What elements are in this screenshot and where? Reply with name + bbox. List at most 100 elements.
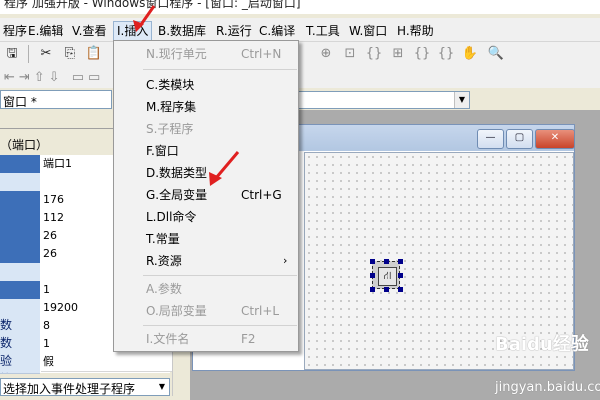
chevron-right-icon: › <box>283 254 288 267</box>
menu-item-global-variable[interactable]: G.全局变量 Ctrl+G <box>115 184 297 206</box>
resize-handle[interactable] <box>398 287 403 292</box>
property-key[interactable] <box>0 191 40 210</box>
menu-item-class-module[interactable]: C.类模块 <box>115 74 297 96</box>
menu-item-shortcut: Ctrl+L <box>241 304 280 318</box>
toolbar-icon-1[interactable]: ⊕ <box>316 44 336 64</box>
toolbar-icon-5[interactable]: {} <box>412 44 432 64</box>
menu-database[interactable]: B.数据库 <box>155 22 209 40</box>
resize-handle[interactable] <box>398 273 403 278</box>
menu-edit[interactable]: E.编辑 <box>25 22 66 40</box>
property-key[interactable] <box>0 281 40 300</box>
resize-handle[interactable] <box>384 259 389 264</box>
resize-handle[interactable] <box>398 259 403 264</box>
menu-item-resource[interactable]: R.资源 › <box>115 250 297 272</box>
component-select-combo[interactable]: ▼ <box>296 91 470 109</box>
maximize-button[interactable]: ▢ <box>506 129 533 149</box>
menu-separator <box>143 69 297 70</box>
property-key[interactable]: 符 <box>0 371 40 374</box>
property-key[interactable] <box>0 245 40 264</box>
watermark-logo: Baidu经验 <box>495 334 589 355</box>
menu-item-label: T.常量 <box>146 232 180 246</box>
window-select-value: 窗口 * <box>3 95 37 109</box>
property-key[interactable] <box>0 209 40 228</box>
toolbar-icon-3[interactable]: {} <box>364 44 384 64</box>
menu-item-local-variable[interactable]: O.局部变量 Ctrl+L <box>115 300 297 322</box>
menu-tools[interactable]: T.工具 <box>303 22 343 40</box>
baidu-watermark: Baidu经验 jingyan.baidu.com <box>495 330 600 400</box>
serial-port-icon: ⛙ <box>378 267 397 286</box>
toolbar-icon-6[interactable]: {} <box>436 44 456 64</box>
toolbar-icon-2[interactable]: ⊡ <box>340 44 360 64</box>
property-key[interactable]: 数 <box>0 335 40 354</box>
menu-item-label: L.Dll命令 <box>146 210 197 224</box>
event-handler-combo[interactable]: 选择加入事件处理子程序 ▼ <box>0 378 170 396</box>
find-icon[interactable]: 🔍 <box>486 44 506 64</box>
property-panel-header: （端口） <box>0 134 112 152</box>
menu-help[interactable]: H.帮助 <box>394 22 437 40</box>
menu-item-label: F.窗口 <box>146 144 179 158</box>
copy-icon[interactable]: ⎘ <box>60 44 80 64</box>
menu-compile[interactable]: C.编译 <box>256 22 298 40</box>
menu-item-label: C.类模块 <box>146 78 195 92</box>
property-key[interactable] <box>0 227 40 246</box>
menu-item-constant[interactable]: T.常量 <box>115 228 297 250</box>
chevron-down-icon[interactable]: ▼ <box>155 379 169 395</box>
menu-item-label: G.全局变量 <box>146 188 208 202</box>
property-key[interactable] <box>0 299 40 318</box>
align-tools-icon[interactable]: ⇤⇥⇧⇩ ▭▭ <box>4 68 112 88</box>
toolbar-separator <box>28 45 29 63</box>
menu-separator <box>143 275 297 276</box>
menu-item-label: N.现行单元 <box>146 47 207 61</box>
resize-handle[interactable] <box>370 287 375 292</box>
window-select-combo[interactable]: 窗口 * <box>0 90 112 109</box>
menu-item-label: O.局部变量 <box>146 304 207 318</box>
property-key[interactable]: 数 <box>0 317 40 336</box>
menu-item-label: R.资源 <box>146 254 182 268</box>
resize-handle[interactable] <box>384 287 389 292</box>
property-key[interactable]: 验 <box>0 353 40 372</box>
property-key[interactable] <box>0 173 40 192</box>
menu-item-assembly[interactable]: M.程序集 <box>115 96 297 118</box>
property-key[interactable] <box>0 155 40 174</box>
menubar: 程序 E.编辑 V.查看 I.插入 B.数据库 R.运行 C.编译 T.工具 W… <box>0 18 600 42</box>
property-value[interactable]: 假 <box>41 353 172 372</box>
menu-item-label: M.程序集 <box>146 100 197 114</box>
paste-icon[interactable]: 📋 <box>84 44 104 64</box>
cut-icon[interactable]: ✂ <box>36 44 56 64</box>
watermark-url: jingyan.baidu.com <box>495 380 600 395</box>
toolbar: 🖫 ✂ ⎘ 📋 ⇤⇥⇧⇩ ▭▭ ⊕ ⊡ {} ⊞ {} {} ✋ 🔍 <box>0 42 600 88</box>
menu-window[interactable]: W.窗口 <box>346 22 390 40</box>
menu-item-filename[interactable]: I.文件名 F2 <box>115 328 297 350</box>
window-title-strip: 程序 加强开版 - Windows窗口程序 - [窗口: _启动窗口] <box>0 0 600 14</box>
menu-item-shortcut: Ctrl+N <box>241 47 282 61</box>
serial-port-control[interactable]: ⛙ <box>370 259 403 292</box>
menu-item-data-type[interactable]: D.数据类型 <box>115 162 297 184</box>
menu-item-dll-command[interactable]: L.Dll命令 <box>115 206 297 228</box>
resize-handle[interactable] <box>370 273 375 278</box>
event-handler-value: 选择加入事件处理子程序 <box>3 382 136 396</box>
menu-item-label: S.子程序 <box>146 122 194 136</box>
menu-item-shortcut: F2 <box>241 332 256 346</box>
menu-run[interactable]: R.运行 <box>213 22 255 40</box>
menu-item-shortcut: Ctrl+G <box>241 188 282 202</box>
minimize-button[interactable]: — <box>477 129 504 149</box>
menu-separator <box>143 325 297 326</box>
menu-item-current-unit[interactable]: N.现行单元 Ctrl+N <box>115 43 297 65</box>
menu-item-label: I.文件名 <box>146 332 190 346</box>
menu-item-label: D.数据类型 <box>146 166 208 180</box>
save-icon[interactable]: 🖫 <box>2 44 22 64</box>
menu-view[interactable]: V.查看 <box>69 22 109 40</box>
property-panel-title: （端口） <box>0 138 49 152</box>
hand-icon[interactable]: ✋ <box>460 44 480 64</box>
menu-item-window[interactable]: F.窗口 <box>115 140 297 162</box>
resize-handle[interactable] <box>370 259 375 264</box>
insert-menu: N.现行单元 Ctrl+N C.类模块 M.程序集 S.子程序 F.窗口 D.数… <box>113 40 299 352</box>
chevron-down-icon[interactable]: ▼ <box>454 92 469 108</box>
menu-insert[interactable]: I.插入 <box>113 21 153 41</box>
window-title: 程序 加强开版 - Windows窗口程序 - [窗口: _启动窗口] <box>4 0 301 10</box>
toolbar-icon-4[interactable]: ⊞ <box>388 44 408 64</box>
menu-item-parameter[interactable]: A.参数 <box>115 278 297 300</box>
property-key[interactable] <box>0 263 40 282</box>
close-button[interactable]: ✕ <box>535 129 575 149</box>
menu-item-subprogram[interactable]: S.子程序 <box>115 118 297 140</box>
